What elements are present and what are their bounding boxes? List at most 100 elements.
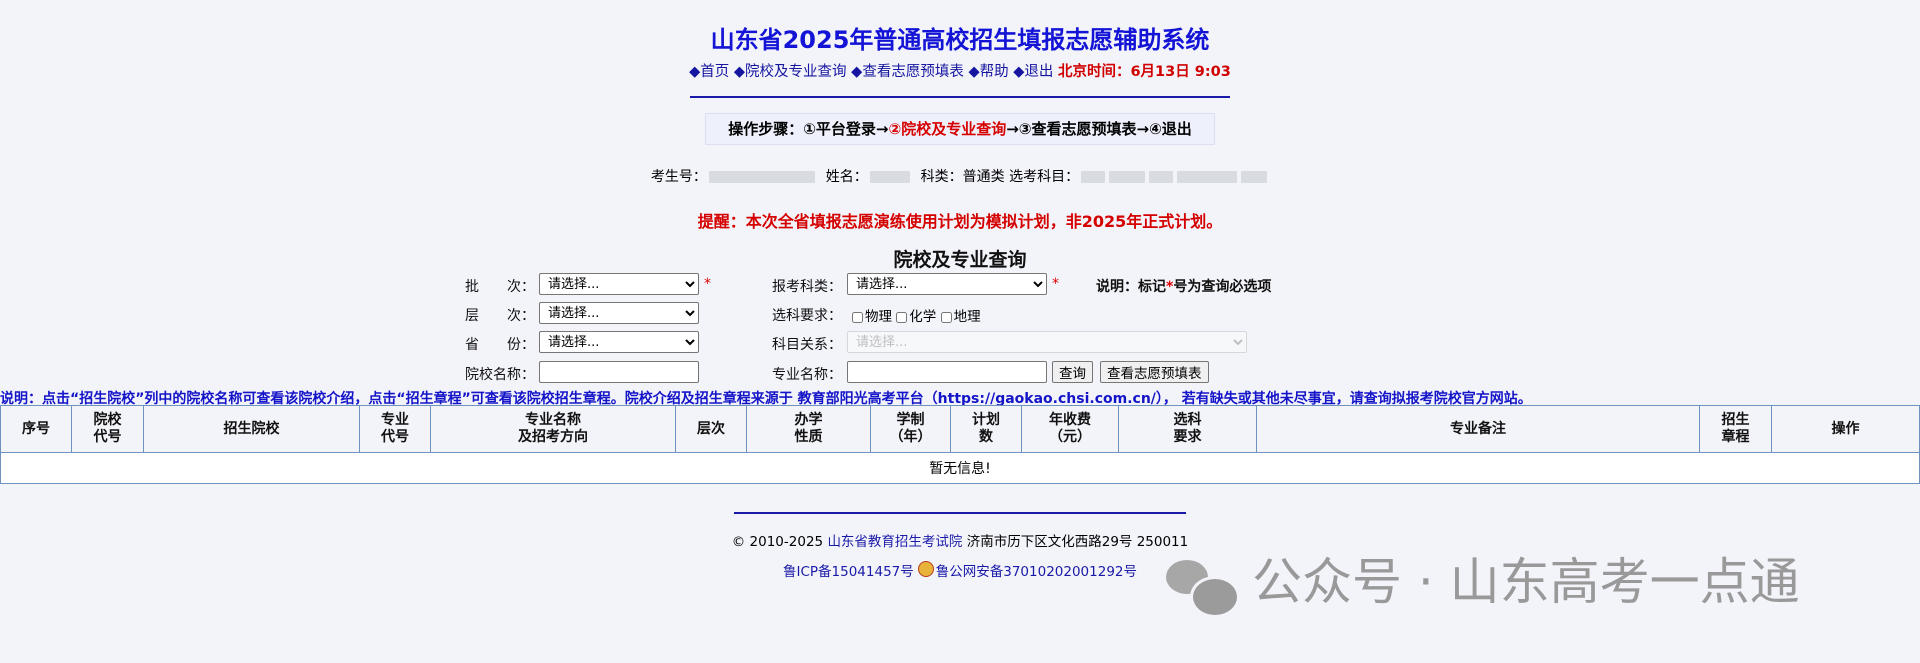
checkbox-geography-label[interactable]: 地理: [940, 309, 981, 325]
col-charter-l1: 招生: [1721, 412, 1750, 428]
wechat-bubble-small: [1190, 575, 1240, 618]
col-subject-req-l2: 要求: [1173, 429, 1202, 445]
col-charter: 招生 章程: [1699, 405, 1772, 453]
batch-label: 批 次：: [465, 279, 535, 295]
table-header-row: 序号 院校 代号 招生院校 专业 代号 专业名称 及招考方向 层次 办学 性质 学制 （年…: [0, 405, 1920, 453]
col-major-code-l1: 专业: [381, 412, 409, 428]
batch-required-star: *: [704, 276, 711, 292]
footer-org-link[interactable]: 山东省教育招生考试院: [827, 534, 962, 550]
col-fee-l1: 年收费: [1049, 412, 1091, 428]
steps-prefix: 操作步骤：: [728, 120, 804, 138]
nav-home[interactable]: ◆首页: [689, 64, 729, 80]
candidate-id-label: 考生号：: [650, 169, 707, 185]
physics-text: 物理: [865, 309, 892, 325]
checkbox-chemistry[interactable]: [896, 311, 908, 323]
school-name-label: 院校名称：: [465, 367, 535, 383]
footer-address: 济南市历下区文化西路29号 250011: [966, 534, 1189, 550]
province-select[interactable]: 请选择...: [539, 331, 699, 353]
col-action: 操作: [1771, 405, 1920, 453]
results-table: 序号 院校 代号 招生院校 专业 代号 专业名称 及招考方向 层次 办学 性质 学制 （年…: [0, 405, 1920, 484]
candidate-name-label: 姓名：: [825, 169, 868, 185]
subject-mask-4: [1177, 171, 1238, 183]
step-view: →③查看志愿预填表→: [1006, 120, 1150, 138]
province-label: 省 份：: [465, 337, 535, 353]
relation-label: 科目关系：: [772, 337, 842, 353]
page-title: 山东省2025年普通高校招生填报志愿辅助系统: [710, 26, 1210, 54]
nav-divider: [690, 96, 1230, 98]
col-action-text: 操作: [1831, 420, 1860, 437]
col-duration: 学制 （年）: [870, 405, 951, 453]
category-label: 报考科类：: [772, 279, 842, 295]
col-index-text: 序号: [22, 420, 50, 437]
chemistry-text: 化学: [909, 309, 937, 325]
wechat-icon: [1162, 554, 1240, 618]
col-major-name-l2: 及招考方向: [518, 429, 588, 445]
major-name-input[interactable]: [847, 361, 1047, 383]
candidate-category-value: 普通类: [962, 169, 1005, 185]
col-level: 层次: [675, 405, 747, 453]
top-nav: ◆首页 ◆院校及专业查询 ◆查看志愿预填表 ◆帮助 ◆退出 北京时间：6月13日…: [0, 60, 1920, 81]
nav-help[interactable]: ◆帮助: [968, 64, 1008, 80]
col-school-code: 院校 代号: [71, 405, 144, 453]
subject-mask-5: [1241, 171, 1268, 183]
police-badge-icon: [917, 561, 934, 577]
checkbox-physics[interactable]: [852, 311, 863, 323]
col-fee-l2: （元）: [1049, 429, 1091, 445]
table-row: 暂无信息!: [0, 452, 1920, 484]
step-query: ②院校及专业查询: [888, 120, 1007, 138]
col-plan-l1: 计划: [972, 412, 1000, 428]
col-subject-req: 选科 要求: [1118, 405, 1257, 453]
step-logout: ④退出: [1149, 120, 1192, 138]
subject-mask-1: [1081, 171, 1106, 183]
geography-text: 地理: [953, 309, 981, 325]
col-nature: 办学 性质: [746, 405, 871, 453]
view-form-button[interactable]: 查看志愿预填表: [1100, 361, 1209, 383]
candidate-info: 考生号： 姓名： 科类：普通类 选考科目：: [0, 166, 1920, 186]
col-index: 序号: [0, 405, 72, 453]
candidate-id-mask: [708, 171, 815, 183]
empty-message: 暂无信息!: [0, 452, 1920, 484]
col-major-name: 专业名称 及招考方向: [430, 405, 676, 453]
required-note: 说明：标记*号为查询必选项: [1096, 276, 1271, 296]
col-school: 招生院校: [143, 405, 360, 453]
required-note-suffix: 号为查询必选项: [1173, 279, 1272, 295]
icp-link[interactable]: 鲁ICP备15041457号: [783, 564, 914, 580]
candidate-category-label: 科类：: [920, 169, 963, 185]
category-required-star: *: [1052, 276, 1059, 292]
school-name-input[interactable]: [539, 361, 699, 383]
col-remarks: 专业备注: [1256, 405, 1700, 453]
col-school-text: 招生院校: [223, 420, 280, 437]
batch-select[interactable]: 请选择...: [539, 273, 699, 295]
col-plan-l2: 数: [979, 429, 993, 445]
col-school-code-l1: 院校: [93, 412, 122, 428]
col-duration-l2: （年）: [889, 429, 932, 445]
col-subject-req-l1: 选科: [1173, 412, 1202, 428]
candidate-name-mask: [869, 171, 910, 183]
col-plan: 计划数: [950, 405, 1022, 453]
checkbox-chemistry-label[interactable]: 化学: [896, 309, 936, 325]
police-record-link[interactable]: 鲁公网安备37010202001292号: [936, 564, 1137, 580]
category-select[interactable]: 请选择...: [847, 273, 1047, 295]
col-fee: 年收费 （元）: [1021, 405, 1119, 453]
footer-copyright-line: © 2010-2025 山东省教育招生考试院 济南市历下区文化西路29号 250…: [0, 530, 1920, 550]
relation-select[interactable]: 请选择...: [847, 331, 1247, 353]
col-major-code: 专业 代号: [359, 405, 431, 453]
level-label: 层 次：: [465, 308, 535, 324]
step-login: ①平台登录→: [803, 120, 889, 138]
warning-text: 提醒：本次全省填报志愿演练使用计划为模拟计划，非2025年正式计划。: [697, 212, 1223, 231]
level-select[interactable]: 请选择...: [539, 302, 699, 324]
watermark: 公众号 · 山东高考一点通: [1162, 550, 1800, 618]
search-button[interactable]: 查询: [1052, 361, 1093, 383]
footer-divider: [734, 512, 1186, 514]
nav-logout[interactable]: ◆退出: [1013, 64, 1053, 80]
major-name-label: 专业名称：: [772, 367, 842, 383]
col-level-text: 层次: [697, 420, 725, 437]
checkbox-physics-label[interactable]: 物理: [852, 309, 892, 325]
checkbox-geography[interactable]: [940, 311, 952, 323]
required-note-prefix: 说明：标记: [1096, 279, 1166, 295]
col-major-code-l2: 代号: [381, 429, 409, 445]
col-charter-l2: 章程: [1721, 429, 1750, 445]
nav-view-form[interactable]: ◆查看志愿预填表: [851, 64, 964, 80]
beijing-time: 北京时间：6月13日 9:03: [1057, 64, 1231, 80]
nav-query[interactable]: ◆院校及专业查询: [734, 64, 847, 80]
